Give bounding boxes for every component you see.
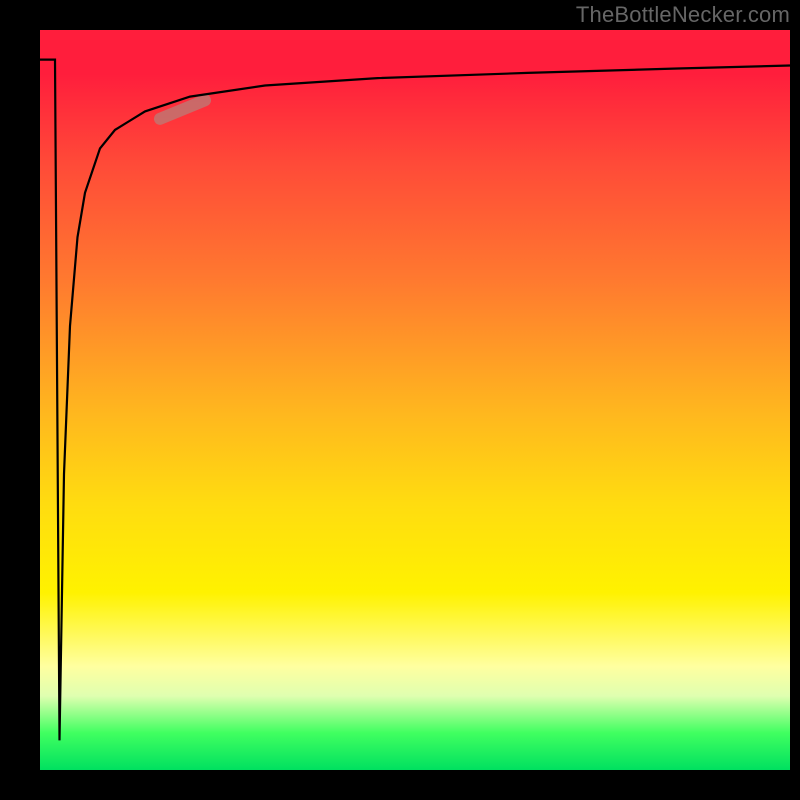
bottleneck-curve [40, 60, 790, 741]
chart-container: TheBottleNecker.com [0, 0, 800, 800]
curve-layer [40, 30, 790, 770]
source-label: TheBottleNecker.com [576, 2, 790, 28]
highlight-segment [160, 100, 205, 119]
plot-area [40, 30, 790, 770]
